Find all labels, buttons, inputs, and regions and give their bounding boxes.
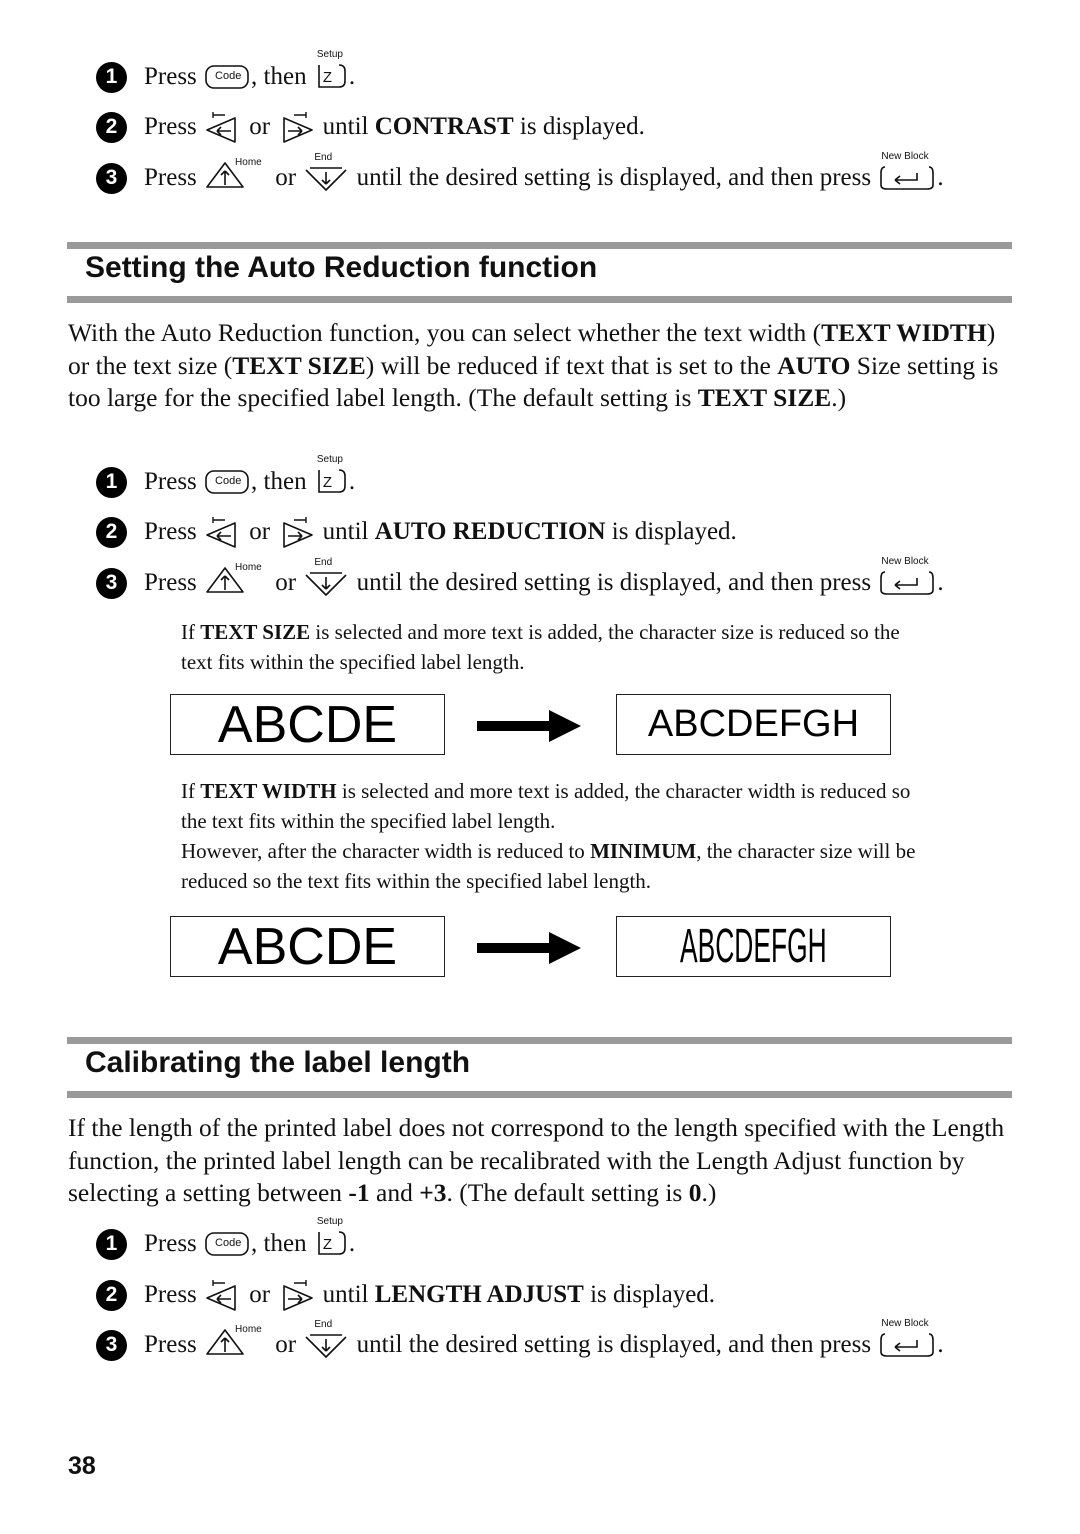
new-block-enter-key-icon: New Block <box>879 151 935 191</box>
label-before-text-size: ABCDE <box>170 694 445 755</box>
section-heading-auto-reduction: Setting the Auto Reduction function <box>85 251 598 284</box>
step-number-3: 3 <box>96 567 127 599</box>
step-number-1: 1 <box>96 1228 127 1260</box>
code-key-icon: Code <box>205 65 249 89</box>
setting-name: CONTRAST <box>374 113 514 140</box>
code-key-icon: Code <box>205 1232 249 1256</box>
section-rule-top <box>67 1037 1012 1044</box>
step-number-2: 2 <box>96 111 127 143</box>
step-1: 1 Press Code , then Setup Z . <box>96 49 355 97</box>
auto-reduction-intro: With the Auto Reduction function, you ca… <box>68 318 999 412</box>
left-arrow-key-icon <box>205 1278 241 1312</box>
page-number: 38 <box>68 1452 96 1480</box>
step-number-2: 2 <box>96 516 127 548</box>
arrow-icon <box>477 932 581 964</box>
text-size-note: If TEXT SIZE is selected and more text i… <box>181 620 900 674</box>
up-home-key-icon: Home <box>205 157 267 191</box>
step-2: 2 Press or until CONTRAST is displayed. <box>96 107 645 147</box>
label-before-text-width: ABCDE <box>170 916 445 977</box>
step-number-1: 1 <box>96 61 127 93</box>
setting-name: AUTO REDUCTION <box>374 518 606 545</box>
step-3: 3 Press Home or End until the desired se… <box>96 151 944 198</box>
code-key-icon: Code <box>205 470 249 494</box>
step-1: 1 Press Code , then Setup Z . <box>96 454 355 502</box>
left-arrow-key-icon <box>205 110 241 144</box>
down-end-key-icon: End <box>304 152 348 192</box>
step-3: 3 Press Home or End until the desired se… <box>96 556 944 603</box>
new-block-enter-key-icon: New Block <box>879 1318 935 1358</box>
new-block-enter-key-icon: New Block <box>879 556 935 596</box>
right-arrow-key-icon <box>278 110 314 144</box>
step-number-1: 1 <box>96 466 127 498</box>
step-number-3: 3 <box>96 162 127 194</box>
step-2: 2 Press or until AUTO REDUCTION is displ… <box>96 512 737 552</box>
section-rule-top <box>67 242 1012 249</box>
section-heading-calibrating: Calibrating the label length <box>85 1046 471 1079</box>
step-text: Press <box>144 63 204 90</box>
right-arrow-key-icon <box>278 515 314 549</box>
step-number-2: 2 <box>96 1279 127 1311</box>
text-width-note: If TEXT WIDTH is selected and more text … <box>181 779 916 893</box>
label-after-text-width: ABCDEFGH <box>616 916 891 977</box>
step-3: 3 Press Home or End until the desired se… <box>96 1318 944 1365</box>
up-home-key-icon: Home <box>205 1324 267 1358</box>
arrow-icon <box>477 710 581 742</box>
left-arrow-key-icon <box>205 515 241 549</box>
z-setup-key-icon: Setup Z <box>316 454 346 493</box>
step-number-3: 3 <box>96 1329 127 1361</box>
step-2: 2 Press or until LENGTH ADJUST is displa… <box>96 1275 715 1315</box>
step-1: 1 Press Code , then Setup Z . <box>96 1216 355 1264</box>
down-end-key-icon: End <box>304 1319 348 1359</box>
section-rule-bottom <box>67 1091 1012 1098</box>
right-arrow-key-icon <box>278 1278 314 1312</box>
section-rule-bottom <box>67 296 1012 303</box>
down-end-key-icon: End <box>304 557 348 597</box>
setting-name: LENGTH ADJUST <box>374 1281 584 1308</box>
up-home-key-icon: Home <box>205 562 267 596</box>
calibrating-intro: If the length of the printed label does … <box>68 1113 1005 1207</box>
label-after-text-size: ABCDEFGH <box>616 694 891 755</box>
z-setup-key-icon: Setup Z <box>316 49 346 88</box>
z-setup-key-icon: Setup Z <box>316 1216 346 1255</box>
